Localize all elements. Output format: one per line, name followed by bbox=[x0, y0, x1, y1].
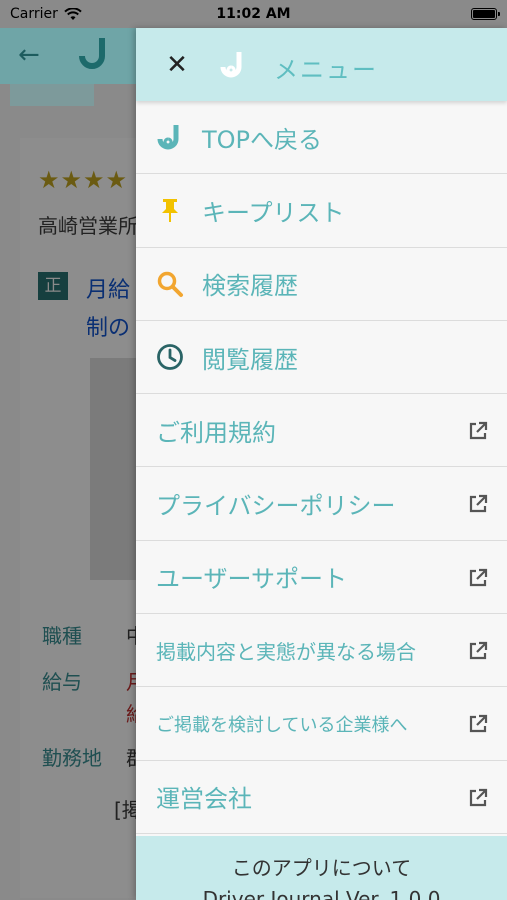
carrier-label: Carrier bbox=[10, 6, 58, 22]
background-tab bbox=[10, 84, 94, 106]
menu-item-keep-list[interactable]: キープリスト bbox=[136, 174, 507, 248]
side-menu-drawer: ✕ メニュー TOPへ戻る キープリスト 検索履歴 閲覧履歴 ご利用規約 プライ… bbox=[136, 28, 507, 900]
logo-icon bbox=[157, 125, 179, 150]
menu-item-label: ご利用規約 bbox=[156, 418, 276, 447]
app-logo-icon bbox=[220, 52, 242, 78]
drawer-header: ✕ メニュー bbox=[136, 28, 507, 101]
menu-item-user-support[interactable]: ユーザーサポート bbox=[136, 541, 507, 615]
drawer-title: メニュー bbox=[274, 56, 378, 84]
menu-item-label: キープリスト bbox=[202, 198, 345, 227]
close-icon: ✕ bbox=[166, 50, 188, 80]
menu-item-search-history[interactable]: 検索履歴 bbox=[136, 248, 507, 321]
about-app-button[interactable]: このアプリについて Driver Journal Ver. 1.0.0 bbox=[136, 836, 507, 900]
job-title-line1: 月給 bbox=[86, 278, 131, 303]
clock-icon bbox=[157, 344, 183, 370]
external-link-icon bbox=[469, 495, 488, 513]
office-name: 高崎営業所 bbox=[38, 214, 138, 238]
menu-item-operating-company[interactable]: 運営会社 bbox=[136, 761, 507, 834]
wifi-icon bbox=[64, 7, 82, 20]
employment-badge: 正 bbox=[38, 272, 68, 300]
menu-item-for-companies[interactable]: ご掲載を検討している企業様へ bbox=[136, 687, 507, 761]
menu-item-label: TOPへ戻る bbox=[202, 125, 323, 154]
menu-item-privacy-policy[interactable]: プライバシーポリシー bbox=[136, 467, 507, 541]
menu-item-label: ご掲載を検討している企業様へ bbox=[156, 714, 408, 736]
external-link-icon bbox=[469, 715, 488, 733]
label-location: 勤務地 bbox=[42, 746, 102, 770]
back-arrow-icon: ← bbox=[18, 40, 40, 70]
menu-item-report-discrepancy[interactable]: 掲載内容と実態が異なる場合 bbox=[136, 614, 507, 688]
job-title-line2: 制の bbox=[86, 316, 131, 341]
menu-item-label: 閲覧履歴 bbox=[202, 345, 298, 374]
external-link-icon bbox=[469, 568, 488, 586]
external-link-icon bbox=[469, 422, 488, 440]
label-salary: 給与 bbox=[42, 670, 82, 694]
about-title: このアプリについて bbox=[231, 856, 412, 880]
menu-item-label: プライバシーポリシー bbox=[156, 492, 396, 521]
menu-item-top[interactable]: TOPへ戻る bbox=[136, 101, 507, 175]
label-job-type: 職種 bbox=[42, 624, 82, 648]
external-link-icon bbox=[469, 641, 488, 660]
status-bar: Carrier 11:02 AM bbox=[0, 0, 507, 28]
menu-item-label: 運営会社 bbox=[156, 785, 252, 814]
rating-stars: ★★★★ bbox=[38, 166, 129, 194]
search-icon bbox=[157, 271, 183, 297]
menu-item-label: ユーザーサポート bbox=[156, 565, 348, 594]
app-logo-icon bbox=[79, 38, 105, 69]
close-button[interactable]: ✕ bbox=[162, 50, 192, 80]
menu-item-view-history[interactable]: 閲覧履歴 bbox=[136, 321, 507, 395]
menu-item-terms[interactable]: ご利用規約 bbox=[136, 394, 507, 468]
menu-item-label: 掲載内容と実態が異なる場合 bbox=[156, 639, 416, 664]
external-link-icon bbox=[469, 788, 488, 806]
app-version: Driver Journal Ver. 1.0.0 bbox=[202, 887, 441, 900]
menu-item-label: 検索履歴 bbox=[202, 272, 298, 301]
battery-icon bbox=[471, 8, 500, 20]
pin-icon bbox=[162, 199, 178, 223]
